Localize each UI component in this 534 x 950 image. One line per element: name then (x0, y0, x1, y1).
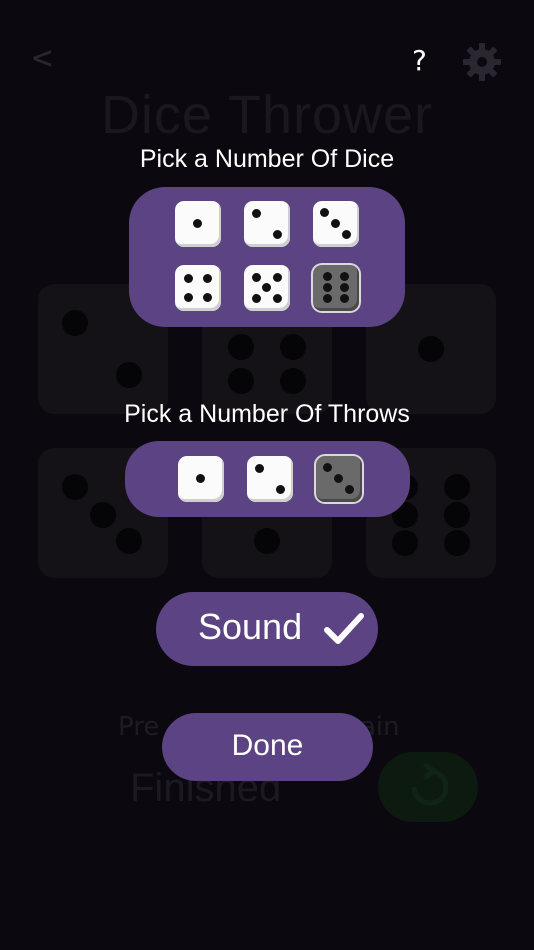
dice-count-picker (129, 187, 405, 327)
done-button[interactable]: Done (162, 713, 373, 781)
throws-count-heading: Pick a Number Of Throws (124, 400, 410, 428)
throws-count-option-3[interactable] (316, 456, 362, 502)
dice-count-option-1[interactable] (175, 201, 221, 247)
dice-count-option-2[interactable] (244, 201, 290, 247)
check-icon (324, 613, 364, 644)
throws-count-option-2[interactable] (247, 456, 293, 502)
dice-count-option-5[interactable] (244, 265, 290, 311)
sound-label: Sound (198, 606, 303, 647)
dice-count-option-3[interactable] (313, 201, 359, 247)
dice-count-option-4[interactable] (175, 265, 221, 311)
back-button[interactable]: < (32, 38, 52, 78)
gear-icon (463, 43, 501, 81)
dice-count-option-6[interactable] (313, 265, 359, 311)
sound-toggle-button[interactable]: Sound (156, 592, 378, 666)
background-press-text: Pre (118, 712, 160, 742)
throws-count-option-1[interactable] (178, 456, 224, 502)
refresh-icon (411, 761, 449, 806)
app-title: Dice Thrower (100, 85, 434, 145)
dice-count-heading: Pick a Number Of Dice (139, 145, 395, 173)
done-label: Done (231, 729, 304, 762)
throws-count-picker (125, 441, 410, 517)
replay-button[interactable] (378, 752, 478, 822)
help-button[interactable]: ? (412, 44, 427, 77)
settings-button[interactable] (460, 40, 504, 84)
